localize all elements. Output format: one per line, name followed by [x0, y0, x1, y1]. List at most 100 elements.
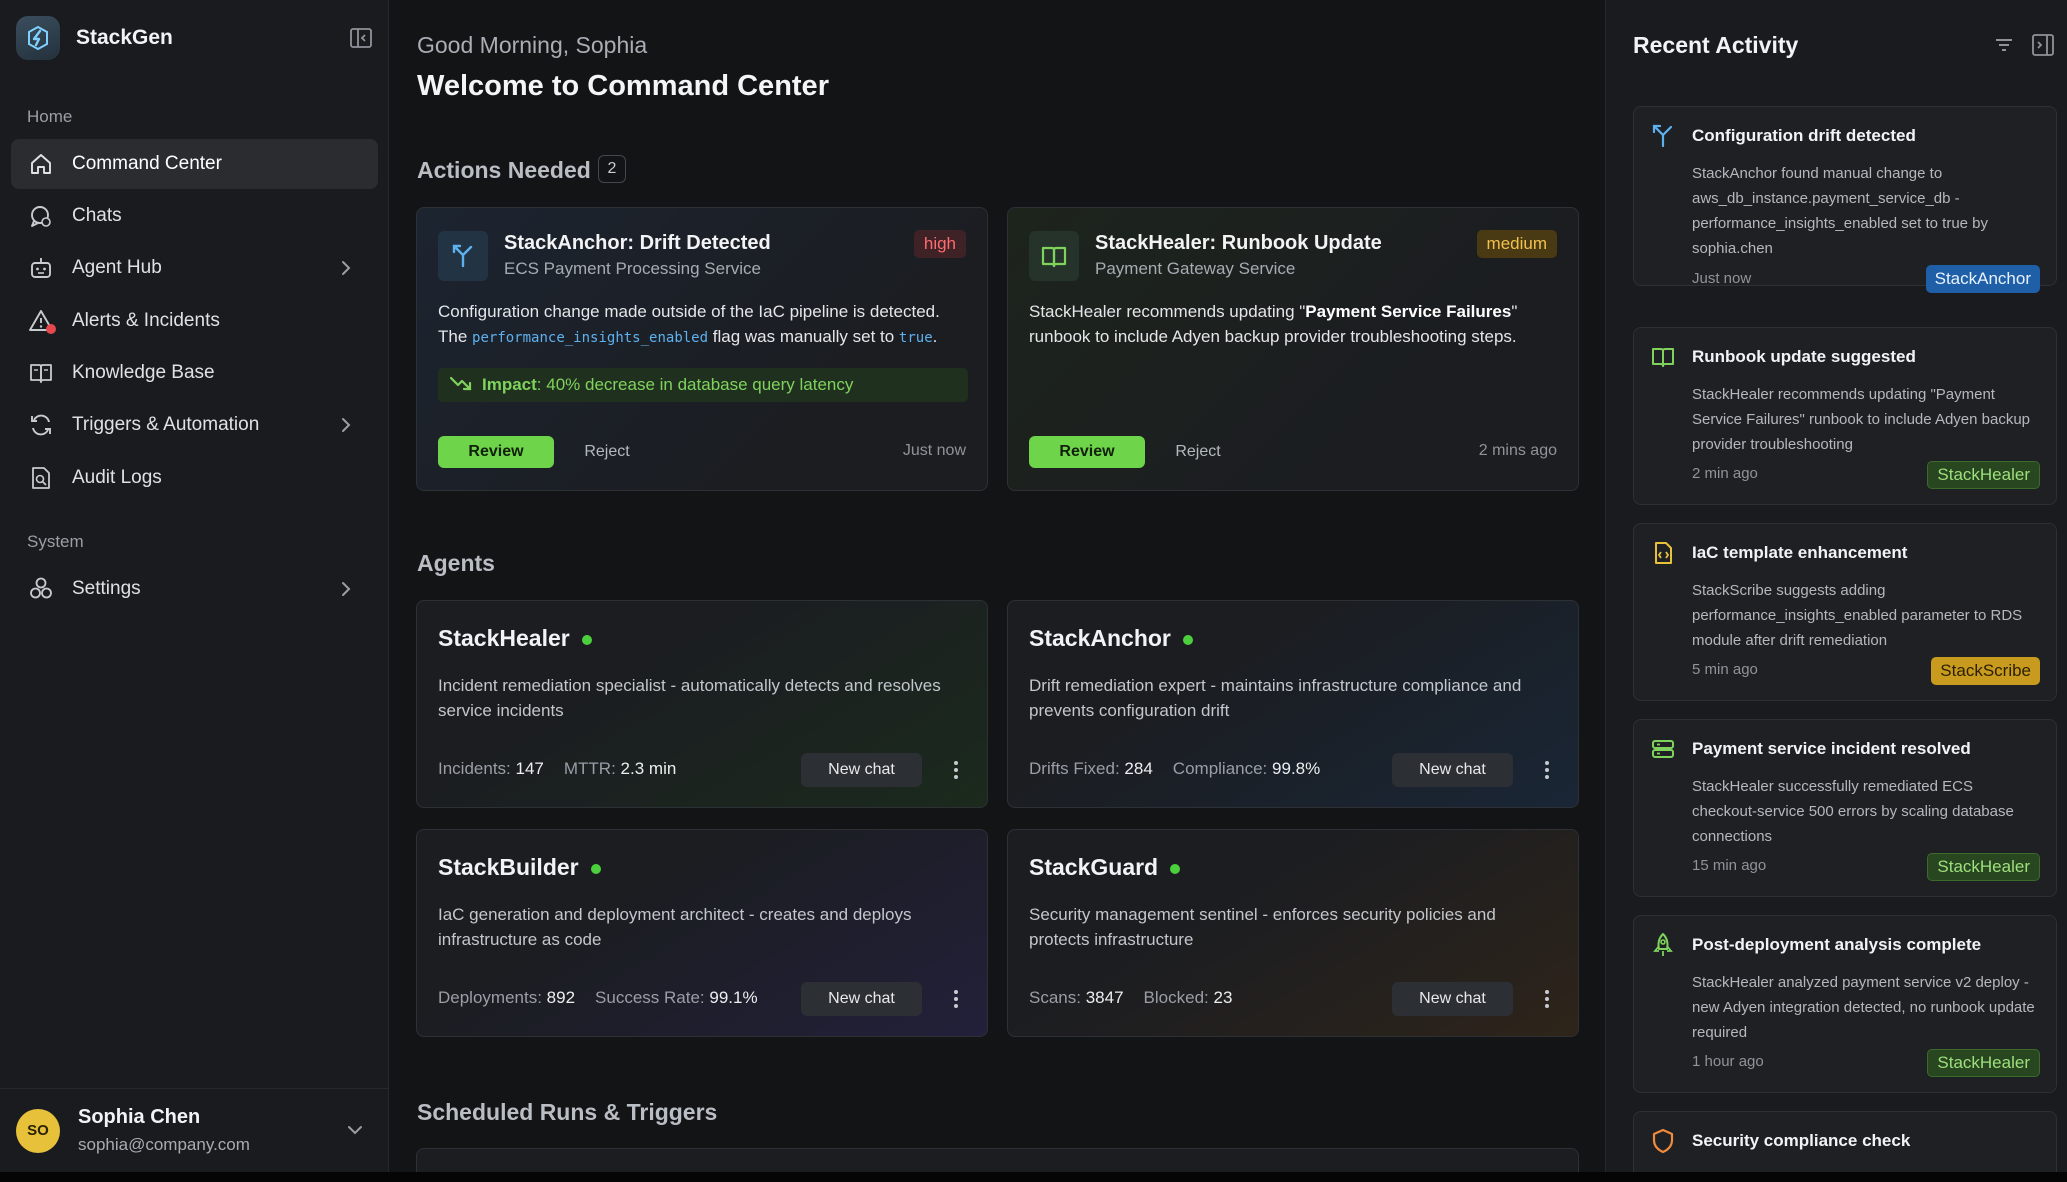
robot-icon	[28, 255, 54, 281]
stat-value: 99.8%	[1272, 759, 1321, 778]
activity-title: Post-deployment analysis complete	[1692, 935, 1982, 954]
activity-time: 2 min ago	[1692, 465, 1758, 482]
agent-tag: StackHealer	[1927, 853, 2040, 881]
agent-tag: StackScribe	[1931, 657, 2040, 685]
action-time: 2 mins ago	[1478, 442, 1557, 459]
online-status-dot	[581, 634, 592, 645]
desc-bold: Payment Service Failures	[1305, 302, 1512, 321]
stat-value: 2.3 min	[620, 759, 677, 778]
sidebar-item-triggers-automation[interactable]: Triggers & Automation	[11, 400, 378, 450]
review-button[interactable]: Review	[438, 436, 554, 468]
agent-name: StackHealer	[438, 625, 592, 652]
sidebar-item-label: Alerts & Incidents	[72, 310, 220, 331]
stat-label: Success Rate:	[595, 988, 705, 1007]
sidebar-item-settings[interactable]: Settings	[11, 564, 378, 614]
panel-collapse-icon[interactable]	[2030, 32, 2056, 58]
rocket-icon	[1650, 932, 1676, 958]
kebab-icon[interactable]	[953, 988, 959, 1010]
server-icon	[1650, 736, 1676, 762]
sidebar-item-alerts-incidents[interactable]: Alerts & Incidents	[11, 296, 378, 346]
page-title: Welcome to Command Center	[417, 70, 829, 102]
stat-value: 23	[1213, 988, 1233, 1007]
agent-stats: Deployments: 892 Success Rate: 99.1%	[438, 988, 758, 1008]
action-subtitle: ECS Payment Processing Service	[504, 259, 761, 278]
sidebar-collapse-icon[interactable]	[349, 26, 373, 50]
activity-item[interactable]: IaC template enhancement StackScribe sug…	[1633, 523, 2057, 701]
branch-icon	[1650, 123, 1676, 149]
action-card-drift: StackAnchor: Drift Detected ECS Payment …	[416, 207, 988, 491]
activity-description: StackAnchor found manual change to aws_d…	[1692, 165, 1989, 257]
online-status-dot	[1170, 863, 1181, 874]
activity-item[interactable]: Configuration drift detected StackAnchor…	[1633, 106, 2057, 293]
scheduled-runs-card[interactable]	[416, 1148, 1579, 1172]
activity-item[interactable]: Security compliance check	[1633, 1111, 2057, 1172]
agent-description: Security management sentinel - enforces …	[1029, 905, 1496, 949]
sidebar-item-label: Chats	[72, 205, 122, 226]
activity-item[interactable]: Post-deployment analysis complete StackH…	[1633, 915, 2057, 1093]
chevron-right-icon	[336, 415, 356, 435]
brand[interactable]: StackGen	[16, 16, 373, 60]
desc-text: StackHealer recommends updating "	[1029, 302, 1306, 321]
stat-label: MTTR:	[563, 759, 616, 778]
chat-icon	[28, 203, 54, 229]
severity-badge: high	[913, 230, 966, 258]
stat-label: Deployments:	[438, 988, 542, 1007]
chevron-down-icon[interactable]	[344, 1119, 366, 1141]
sidebar-item-command-center[interactable]: Command Center	[11, 139, 378, 189]
activity-item[interactable]: Runbook update suggested StackHealer rec…	[1633, 327, 2057, 505]
sidebar-item-knowledge-base[interactable]: Knowledge Base	[11, 348, 378, 398]
activity-time: 15 min ago	[1692, 857, 1767, 874]
brand-name: StackGen	[76, 26, 173, 49]
nav-section-system: System	[27, 532, 84, 551]
stat-value: 147	[515, 759, 544, 778]
stackgen-logo-icon	[16, 16, 60, 60]
kebab-icon[interactable]	[1544, 988, 1550, 1010]
activity-title: IaC template enhancement	[1692, 543, 1908, 562]
agent-tag: StackHealer	[1927, 461, 2040, 489]
severity-badge: medium	[1476, 230, 1557, 258]
stat-value: 284	[1124, 759, 1153, 778]
stat-label: Incidents:	[438, 759, 511, 778]
impact-text: : 40% decrease in database query latency	[536, 375, 854, 394]
activity-time: 1 hour ago	[1692, 1053, 1764, 1070]
book-icon	[1029, 231, 1079, 281]
agent-name-text: StackGuard	[1029, 854, 1159, 880]
impact-banner: Impact: 40% decrease in database query l…	[438, 368, 968, 402]
desc-text: .	[932, 327, 938, 346]
alert-badge-dot	[46, 324, 56, 334]
agent-card-stackhealer: StackHealer Incident remediation special…	[416, 600, 988, 808]
filter-icon[interactable]	[1993, 34, 2015, 56]
reject-button[interactable]: Reject	[567, 436, 647, 468]
agent-card-stackanchor: StackAnchor Drift remediation expert - m…	[1007, 600, 1579, 808]
sidebar-item-audit-logs[interactable]: Audit Logs	[11, 453, 378, 503]
sidebar-item-label: Knowledge Base	[72, 362, 215, 383]
kebab-icon[interactable]	[953, 759, 959, 781]
stat-value: 3847	[1085, 988, 1124, 1007]
recent-activity-title: Recent Activity	[1633, 32, 1799, 58]
sidebar-item-agent-hub[interactable]: Agent Hub	[11, 243, 378, 293]
user-profile-menu[interactable]: SO Sophia Chen sophia@company.com	[0, 1088, 388, 1172]
scheduled-section-title: Scheduled Runs & Triggers	[417, 1099, 718, 1125]
agent-stats: Incidents: 147 MTTR: 2.3 min	[438, 759, 676, 779]
new-chat-button[interactable]: New chat	[1392, 982, 1513, 1016]
nav-section-home: Home	[27, 107, 73, 126]
action-card-runbook: StackHealer: Runbook Update Payment Gate…	[1007, 207, 1579, 491]
desc-text: The	[438, 327, 473, 346]
book-icon	[1650, 344, 1676, 370]
new-chat-button[interactable]: New chat	[801, 982, 922, 1016]
new-chat-button[interactable]: New chat	[801, 753, 922, 787]
agent-tag: StackHealer	[1927, 1049, 2040, 1077]
agent-name-text: StackBuilder	[438, 854, 579, 880]
kebab-icon[interactable]	[1544, 759, 1550, 781]
activity-item[interactable]: Payment service incident resolved StackH…	[1633, 719, 2057, 897]
desc-line-1: Configuration change made outside of the…	[438, 302, 940, 321]
review-button[interactable]: Review	[1029, 436, 1145, 468]
actions-count-badge: 2	[598, 155, 626, 183]
window-bottom-edge	[0, 1172, 2067, 1182]
new-chat-button[interactable]: New chat	[1392, 753, 1513, 787]
reject-button[interactable]: Reject	[1158, 436, 1238, 468]
agent-name: StackAnchor	[1029, 625, 1193, 652]
sidebar-item-chats[interactable]: Chats	[11, 191, 378, 241]
action-time: Just now	[902, 442, 966, 459]
agent-card-stackbuilder: StackBuilder IaC generation and deployme…	[416, 829, 988, 1037]
